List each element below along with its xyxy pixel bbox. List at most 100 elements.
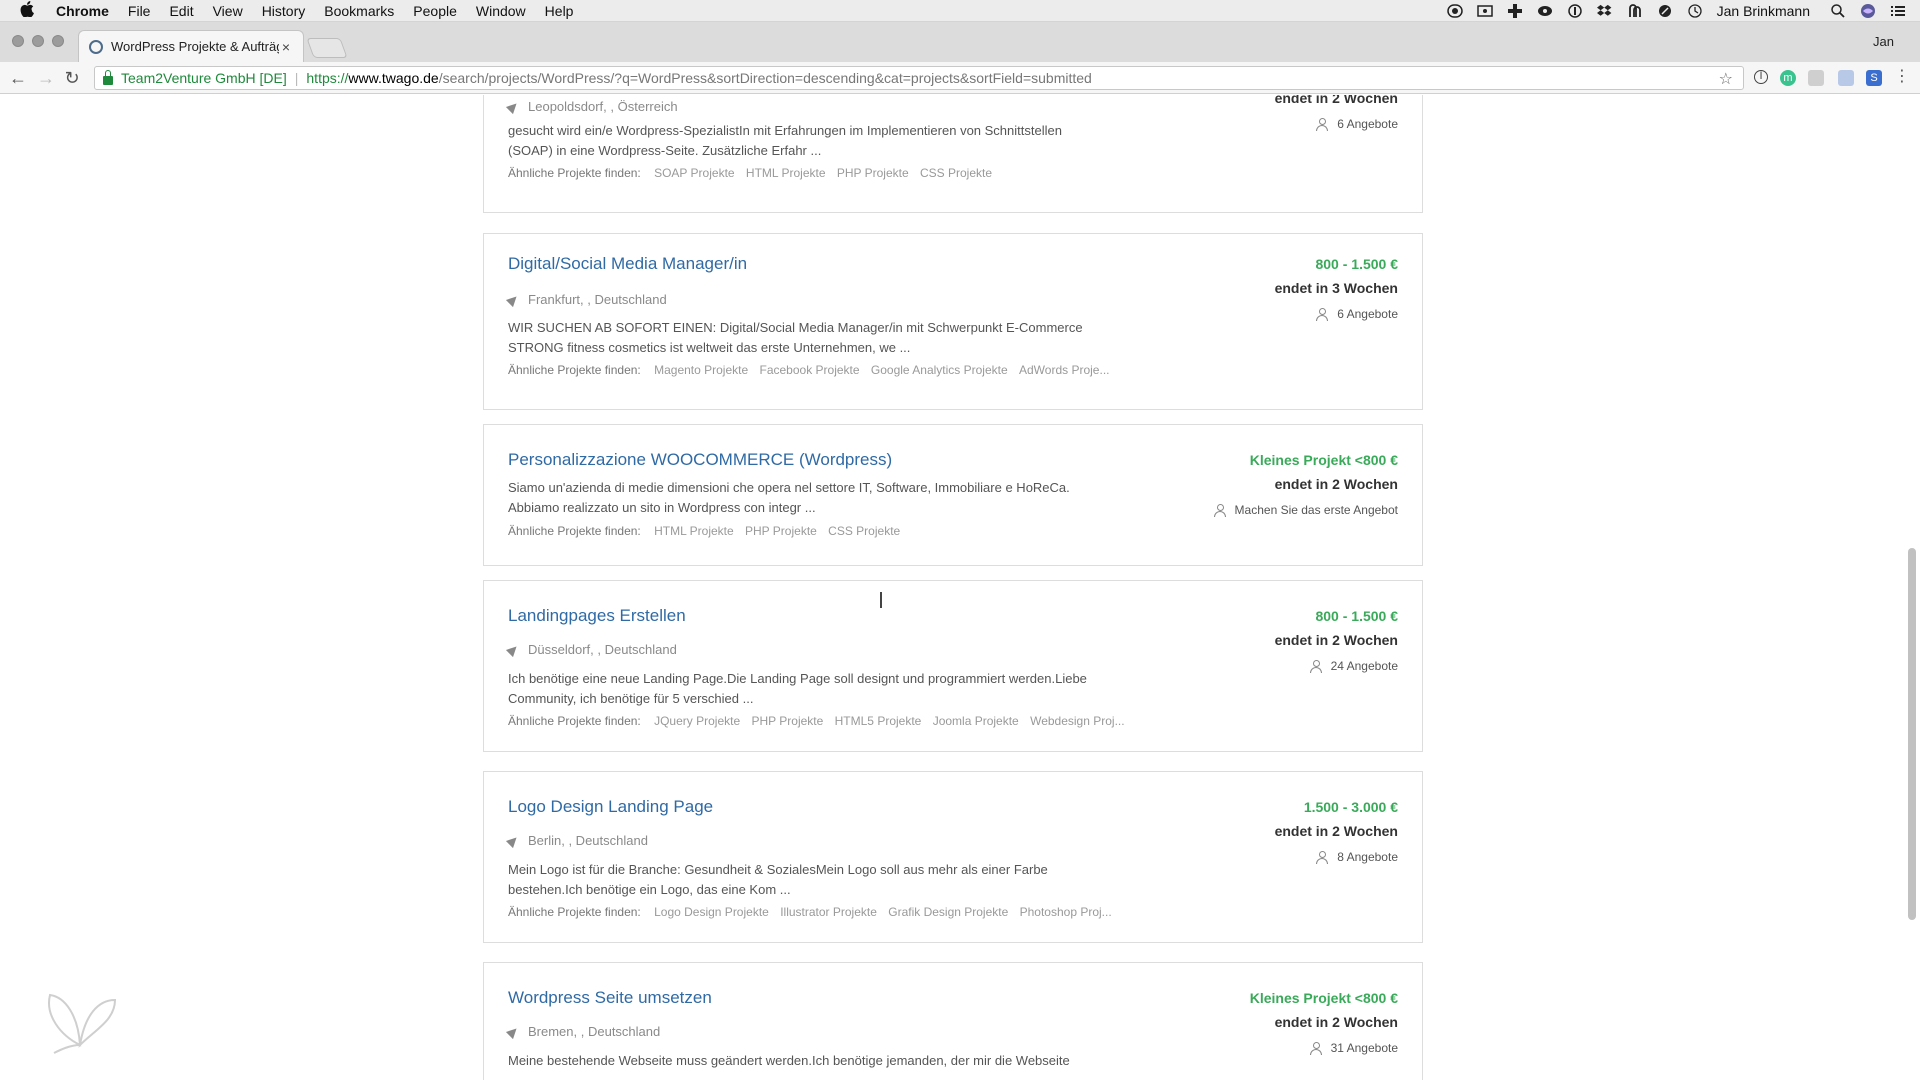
project-title-link[interactable]: Logo Design Landing Page (508, 797, 713, 817)
butterfly-logo-icon (40, 985, 120, 1055)
similar-tag-link[interactable]: HTML Projekte (654, 524, 734, 538)
tab-wordpress-projects[interactable]: WordPress Projekte & Aufträge × (78, 30, 304, 62)
onepassword-extension-icon[interactable]: I (1754, 70, 1768, 84)
person-icon (1316, 117, 1329, 131)
similar-tag-link[interactable]: JQuery Projekte (654, 714, 740, 728)
similar-tag-link[interactable]: Magento Projekte (654, 363, 748, 377)
new-tab-button[interactable] (306, 38, 348, 58)
reload-icon[interactable]: ↻ (62, 68, 82, 88)
menu-view[interactable]: View (213, 3, 243, 19)
menu-file[interactable]: File (128, 3, 151, 19)
similar-tag-link[interactable]: PHP Projekte (751, 714, 823, 728)
menu-chrome[interactable]: Chrome (56, 3, 109, 19)
menubar-user-name[interactable]: Jan Brinkmann (1717, 3, 1810, 19)
offers-count: 6 Angebote (1337, 117, 1398, 131)
plus-icon[interactable] (1507, 3, 1523, 19)
similar-tag-link[interactable]: PHP Projekte (837, 166, 909, 180)
similar-tag-link[interactable]: Webdesign Proj... (1030, 714, 1125, 728)
url-scheme: https:// (306, 70, 349, 86)
creative-cloud-icon[interactable] (1537, 3, 1553, 19)
project-card[interactable]: Personalizzazione WOOCOMMERCE (Wordpress… (483, 424, 1423, 566)
project-location-text: Bremen, , Deutschland (528, 1024, 661, 1039)
screen-capture-icon[interactable] (1476, 3, 1493, 19)
similar-tag-link[interactable]: HTML Projekte (746, 166, 826, 180)
similar-tag-link[interactable]: Joomla Projekte (933, 714, 1019, 728)
menu-window[interactable]: Window (476, 3, 526, 19)
project-card[interactable]: Leopoldsdorf, , Österreich gesucht wird … (483, 95, 1423, 213)
menu-people[interactable]: People (413, 3, 457, 19)
spotlight-search-icon[interactable] (1830, 3, 1846, 19)
similar-tag-link[interactable]: Grafik Design Projekte (888, 905, 1008, 919)
window-minimize-button[interactable] (32, 35, 44, 47)
project-deadline: endet in 2 Wochen (1274, 823, 1398, 839)
leaf-icon[interactable] (1657, 3, 1673, 19)
similar-tag-link[interactable]: CSS Projekte (828, 524, 900, 538)
project-location: Leopoldsdorf, , Österreich (505, 99, 678, 114)
browser-toolbar: ← → ↻ Team2Venture GmbH [DE] | https://w… (0, 62, 1920, 94)
project-location-text: Frankfurt, , Deutschland (528, 292, 667, 307)
menu-help[interactable]: Help (545, 3, 574, 19)
project-budget: 1.500 - 3.000 € (1303, 799, 1398, 815)
onepassword-icon[interactable] (1567, 3, 1583, 19)
offers-count: 24 Angebote (1330, 659, 1398, 673)
similar-tag-link[interactable]: HTML5 Projekte (835, 714, 922, 728)
project-card[interactable]: Landingpages Erstellen Düsseldorf, , Deu… (483, 580, 1423, 752)
project-title-link[interactable]: Digital/Social Media Manager/in (508, 254, 747, 274)
similar-tag-link[interactable]: AdWords Proje... (1019, 363, 1109, 377)
notification-center-icon[interactable] (1890, 3, 1906, 19)
similar-tag-link[interactable]: SOAP Projekte (654, 166, 734, 180)
similar-tag-link[interactable]: Illustrator Projekte (780, 905, 877, 919)
tab-close-icon[interactable]: × (279, 39, 293, 55)
time-machine-icon[interactable] (1687, 3, 1703, 19)
back-arrow-icon[interactable]: ← (8, 68, 28, 88)
person-icon (1316, 850, 1329, 864)
similar-tag-link[interactable]: Google Analytics Projekte (871, 363, 1008, 377)
project-description: WIR SUCHEN AB SOFORT EINEN: Digital/Soci… (508, 320, 1083, 355)
similar-tag-link[interactable]: Facebook Projekte (760, 363, 860, 377)
menu-bar: Chrome File Edit View History Bookmarks … (0, 0, 1920, 22)
record-icon[interactable] (1446, 3, 1463, 19)
project-deadline: endet in 2 Wochen (1274, 476, 1398, 492)
similar-projects: Ähnliche Projekte finden: SOAP Projekte … (508, 166, 996, 180)
similar-tag-link[interactable]: Logo Design Projekte (654, 905, 769, 919)
s-extension-icon[interactable]: S (1866, 70, 1882, 86)
project-card[interactable]: Logo Design Landing Page Berlin, , Deuts… (483, 771, 1423, 943)
chrome-profile-button[interactable]: Jan (1873, 34, 1894, 49)
project-card[interactable]: Digital/Social Media Manager/in Frankfur… (483, 233, 1423, 410)
project-title-link[interactable]: Wordpress Seite umsetzen (508, 988, 712, 1008)
siri-icon[interactable] (1860, 3, 1876, 19)
address-bar[interactable]: Team2Venture GmbH [DE] | https://www.twa… (94, 66, 1744, 90)
similar-projects: Ähnliche Projekte finden: HTML Projekte … (508, 524, 904, 538)
lock-icon (103, 69, 113, 85)
menu-edit[interactable]: Edit (169, 3, 193, 19)
bookmark-star-icon[interactable]: ☆ (1719, 69, 1733, 89)
project-title-link[interactable]: Personalizzazione WOOCOMMERCE (Wordpress… (508, 450, 892, 470)
offers-count: Machen Sie das erste Angebot (1234, 503, 1398, 517)
project-location: Bremen, , Deutschland (505, 1024, 661, 1039)
page-scrollbar[interactable] (1908, 548, 1916, 920)
chrome-menu-icon[interactable]: ⋮ (1894, 69, 1910, 86)
evernote-icon[interactable] (1627, 3, 1643, 19)
window-zoom-button[interactable] (52, 35, 64, 47)
dropbox-icon[interactable] (1596, 3, 1613, 19)
project-offers: 6 Angebote (1316, 117, 1398, 131)
similar-tag-link[interactable]: Photoshop Proj... (1020, 905, 1112, 919)
project-card[interactable]: Wordpress Seite umsetzen Bremen, , Deuts… (483, 962, 1423, 1080)
window-close-button[interactable] (12, 35, 24, 47)
project-budget: Kleines Projekt <800 € (1249, 452, 1398, 468)
offers-count: 6 Angebote (1337, 307, 1398, 321)
project-location-text: Leopoldsdorf, , Österreich (528, 99, 678, 114)
person-icon (1309, 1041, 1322, 1055)
apple-icon[interactable] (20, 0, 38, 21)
similar-label: Ähnliche Projekte finden: (508, 363, 641, 377)
m-extension-icon[interactable]: m (1780, 70, 1796, 86)
puzzle-extension-icon[interactable] (1808, 70, 1824, 86)
text-cursor-icon (880, 592, 882, 608)
menu-bookmarks[interactable]: Bookmarks (324, 3, 394, 19)
menu-history[interactable]: History (262, 3, 306, 19)
project-title-link[interactable]: Landingpages Erstellen (508, 606, 686, 626)
forward-arrow-icon[interactable]: → (36, 68, 56, 88)
similar-tag-link[interactable]: CSS Projekte (920, 166, 992, 180)
window-extension-icon[interactable] (1838, 70, 1854, 86)
similar-tag-link[interactable]: PHP Projekte (745, 524, 817, 538)
